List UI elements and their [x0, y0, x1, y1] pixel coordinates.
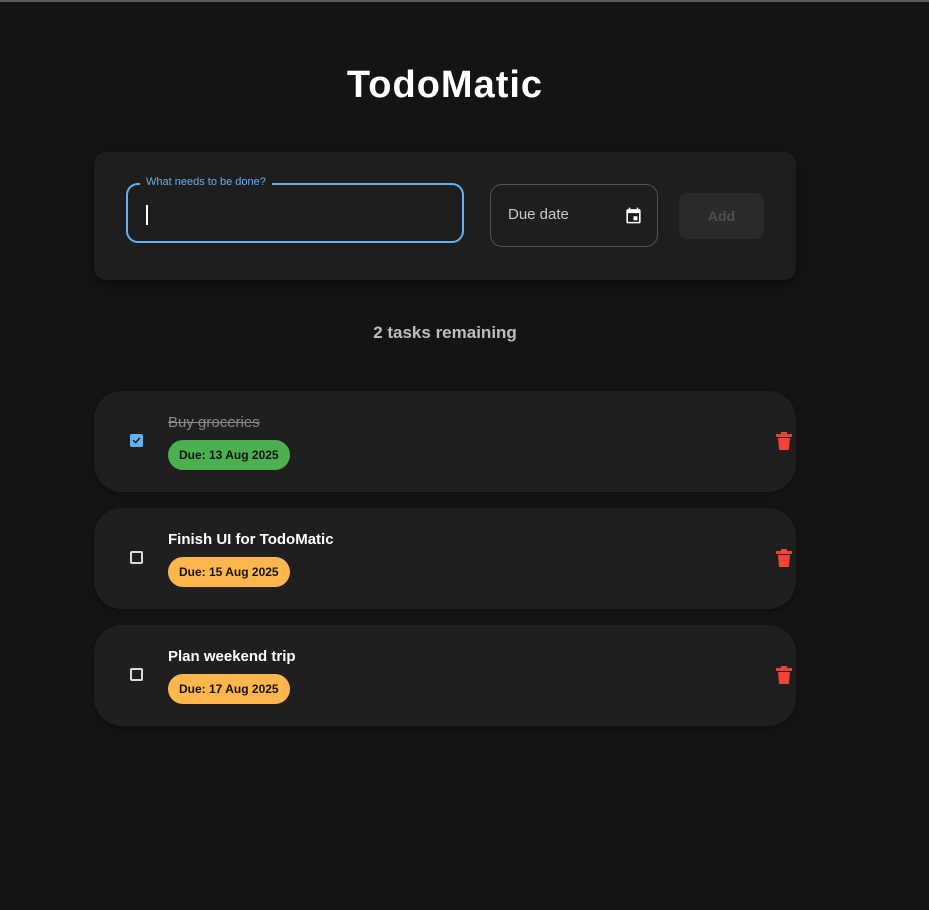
window-top-border	[0, 0, 929, 2]
task-item: Buy groceries Due: 13 Aug 2025	[94, 391, 796, 492]
task-label: Plan weekend trip	[168, 648, 296, 665]
task-label: Buy groceries	[168, 414, 260, 431]
add-task-form: What needs to be done? Due date Add	[94, 152, 796, 280]
task-input-field[interactable]: What needs to be done?	[126, 175, 464, 243]
trash-icon[interactable]	[776, 549, 792, 567]
checkmark-icon	[132, 437, 141, 444]
trash-icon[interactable]	[776, 666, 792, 684]
due-date-field[interactable]: Due date	[490, 184, 658, 247]
task-item: Plan weekend trip Due: 17 Aug 2025	[94, 625, 796, 726]
add-button[interactable]: Add	[679, 193, 764, 239]
tasks-remaining-count: 2 tasks remaining	[373, 323, 517, 342]
task-label: Finish UI for TodoMatic	[168, 531, 334, 548]
due-date-badge: Due: 15 Aug 2025	[168, 557, 290, 587]
task-checkbox[interactable]	[130, 551, 143, 564]
calendar-icon[interactable]	[624, 206, 643, 225]
task-checkbox[interactable]	[130, 434, 143, 447]
task-item: Finish UI for TodoMatic Due: 15 Aug 2025	[94, 508, 796, 609]
trash-icon[interactable]	[776, 432, 792, 450]
task-input[interactable]	[142, 197, 442, 231]
task-checkbox[interactable]	[130, 668, 143, 681]
due-date-badge: Due: 17 Aug 2025	[168, 674, 290, 704]
text-caret	[146, 205, 148, 225]
due-date-badge: Due: 13 Aug 2025	[168, 440, 290, 470]
due-date-placeholder: Due date	[508, 206, 569, 223]
app-title: TodoMatic	[346, 64, 544, 106]
task-list: Buy groceries Due: 13 Aug 2025 Finish UI…	[94, 391, 796, 742]
task-input-label: What needs to be done?	[140, 175, 272, 189]
